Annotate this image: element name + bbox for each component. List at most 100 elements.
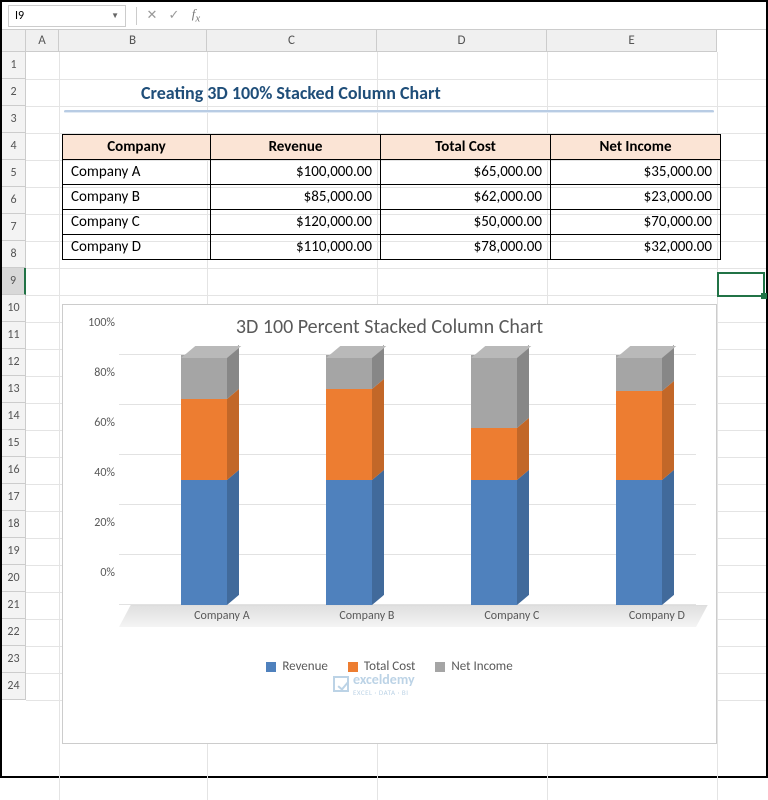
table-cell[interactable]: $78,000.00: [381, 235, 551, 260]
chart-title: 3D 100 Percent Stacked Column Chart: [63, 315, 716, 339]
table-cell[interactable]: $120,000.00: [211, 210, 381, 235]
table-cell[interactable]: $32,000.00: [551, 235, 721, 260]
chevron-down-icon[interactable]: ▼: [111, 11, 119, 21]
legend-swatch: [348, 662, 358, 672]
legend-swatch: [435, 662, 445, 672]
legend-item[interactable]: Net Income: [435, 659, 512, 674]
row-header-10[interactable]: 10: [2, 295, 26, 322]
y-tick-label: 80%: [94, 366, 115, 380]
table-row[interactable]: Company C$120,000.00$50,000.00$70,000.00: [63, 210, 721, 235]
formula-input[interactable]: [207, 5, 766, 27]
chart-segment-net-income: [471, 355, 517, 428]
row-header-13[interactable]: 13: [2, 376, 26, 403]
row-header-8[interactable]: 8: [2, 241, 26, 268]
row-header-19[interactable]: 19: [2, 538, 26, 565]
row-header-18[interactable]: 18: [2, 511, 26, 538]
x-tick-label: Company C: [467, 609, 557, 623]
table-cell[interactable]: $110,000.00: [211, 235, 381, 260]
chart-segment-revenue: [326, 480, 372, 605]
table-row[interactable]: Company D$110,000.00$78,000.00$32,000.00: [63, 235, 721, 260]
row-header-9[interactable]: 9: [2, 268, 26, 295]
row-header-24[interactable]: 24: [2, 673, 26, 700]
active-cell-indicator: [717, 272, 765, 297]
table-header[interactable]: Total Cost: [381, 135, 551, 160]
row-header-12[interactable]: 12: [2, 349, 26, 376]
table-row[interactable]: Company B$85,000.00$62,000.00$23,000.00: [63, 185, 721, 210]
row-header-2[interactable]: 2: [2, 79, 26, 106]
row-header-21[interactable]: 21: [2, 592, 26, 619]
row-header-11[interactable]: 11: [2, 322, 26, 349]
chart-segment-net-income: [616, 355, 662, 391]
row-header-17[interactable]: 17: [2, 484, 26, 511]
row-header-16[interactable]: 16: [2, 457, 26, 484]
row-header-22[interactable]: 22: [2, 619, 26, 646]
table-row[interactable]: Company A$100,000.00$65,000.00$35,000.00: [63, 160, 721, 185]
y-tick-label: 100%: [88, 316, 115, 330]
chart-column[interactable]: Company A: [181, 355, 241, 605]
table-header[interactable]: Net Income: [551, 135, 721, 160]
x-tick-label: Company B: [322, 609, 412, 623]
title-underline: [64, 110, 714, 113]
table-header[interactable]: Revenue: [211, 135, 381, 160]
x-tick-label: Company D: [612, 609, 702, 623]
row-header-1[interactable]: 1: [2, 52, 26, 79]
legend-label: Net Income: [451, 659, 512, 674]
separator: [136, 7, 137, 25]
row-header-20[interactable]: 20: [2, 565, 26, 592]
watermark-brand: exceldemy: [353, 671, 415, 688]
row-header-6[interactable]: 6: [2, 187, 26, 214]
fx-icon[interactable]: fx: [185, 6, 207, 25]
y-tick-label: 20%: [94, 516, 115, 530]
table-cell[interactable]: Company B: [63, 185, 211, 210]
chart-segment-revenue: [471, 480, 517, 605]
table-cell[interactable]: $35,000.00: [551, 160, 721, 185]
table-cell[interactable]: $50,000.00: [381, 210, 551, 235]
table-header[interactable]: Company: [63, 135, 211, 160]
legend-label: Revenue: [282, 659, 328, 674]
table-cell[interactable]: $70,000.00: [551, 210, 721, 235]
watermark: exceldemy EXCEL · DATA · BI: [333, 671, 415, 697]
chart-plot-area: 0%20%40%60%80%100% Company ACompany BCom…: [119, 355, 696, 645]
chart-segment-total-cost: [616, 391, 662, 480]
cancel-icon[interactable]: ✕: [141, 8, 163, 23]
column-header-D[interactable]: D: [377, 30, 547, 52]
select-all-corner[interactable]: [2, 30, 26, 52]
chart-column[interactable]: Company D: [616, 355, 676, 605]
table-cell[interactable]: $65,000.00: [381, 160, 551, 185]
column-header-C[interactable]: C: [207, 30, 377, 52]
data-table[interactable]: CompanyRevenueTotal CostNet Income Compa…: [62, 134, 721, 260]
table-cell[interactable]: $62,000.00: [381, 185, 551, 210]
chart-segment-total-cost: [471, 428, 517, 480]
chart-segment-revenue: [181, 480, 227, 605]
row-header-5[interactable]: 5: [2, 160, 26, 187]
table-cell[interactable]: $85,000.00: [211, 185, 381, 210]
column-header-E[interactable]: E: [547, 30, 717, 52]
confirm-icon[interactable]: ✓: [163, 8, 185, 23]
table-cell[interactable]: $23,000.00: [551, 185, 721, 210]
x-tick-label: Company A: [177, 609, 267, 623]
legend-item[interactable]: Revenue: [266, 659, 328, 674]
worksheet[interactable]: Creating 3D 100% Stacked Column Chart Co…: [26, 52, 766, 700]
chart-segment-net-income: [181, 355, 227, 399]
row-header-14[interactable]: 14: [2, 403, 26, 430]
column-header-B[interactable]: B: [59, 30, 207, 52]
table-cell[interactable]: Company A: [63, 160, 211, 185]
row-headers: 123456789101112131415161718192021222324: [2, 52, 26, 700]
formula-bar: I9 ▼ ✕ ✓ fx: [2, 2, 766, 30]
column-header-A[interactable]: A: [26, 30, 59, 52]
chart-column[interactable]: Company B: [326, 355, 386, 605]
chart-segment-total-cost: [326, 389, 372, 480]
chart-container[interactable]: 3D 100 Percent Stacked Column Chart 0%20…: [62, 304, 717, 744]
row-header-3[interactable]: 3: [2, 106, 26, 133]
name-box[interactable]: I9 ▼: [8, 5, 126, 27]
table-cell[interactable]: Company D: [63, 235, 211, 260]
chart-column[interactable]: Company C: [471, 355, 531, 605]
table-cell[interactable]: $100,000.00: [211, 160, 381, 185]
y-tick-label: 60%: [94, 416, 115, 430]
name-box-value: I9: [15, 9, 24, 23]
row-header-7[interactable]: 7: [2, 214, 26, 241]
table-cell[interactable]: Company C: [63, 210, 211, 235]
row-header-15[interactable]: 15: [2, 430, 26, 457]
row-header-4[interactable]: 4: [2, 133, 26, 160]
row-header-23[interactable]: 23: [2, 646, 26, 673]
